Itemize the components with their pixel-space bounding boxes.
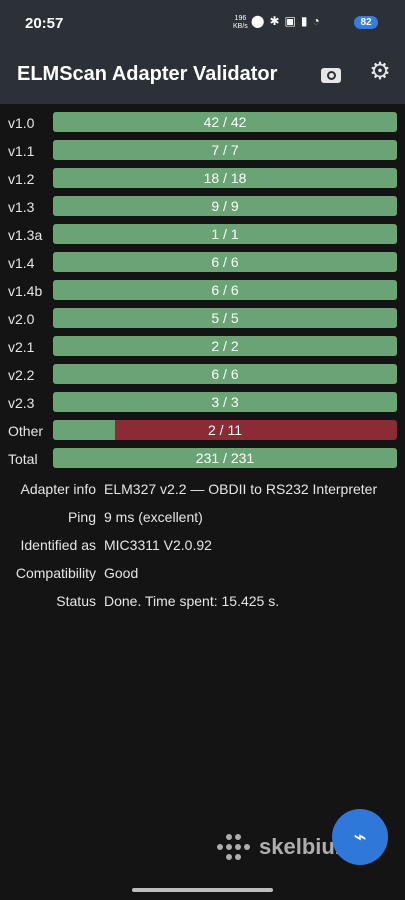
result-label: v1.3 — [8, 199, 35, 215]
result-label: v2.1 — [8, 339, 35, 355]
result-row: Total 231 / 231 — [0, 445, 405, 473]
result-count: 3 / 3 — [211, 394, 239, 410]
result-label: v2.0 — [8, 311, 35, 327]
result-progress-bar: 1 / 1 — [53, 224, 397, 244]
info-key: Ping — [67, 509, 96, 525]
status-bar: 20:57 196 KB/s ⬤ ✱ ▣ ▮ ◔ 82 — [0, 0, 405, 46]
result-label: v1.4b — [8, 283, 43, 299]
result-count: 1 / 1 — [211, 226, 239, 242]
volte-icon: ▣ — [284, 14, 296, 28]
result-row: v2.1 2 / 2 — [0, 333, 405, 361]
result-progress-bar: 6 / 6 — [53, 280, 397, 300]
result-row: v1.2 18 / 18 — [0, 165, 405, 193]
info-value: Done. Time spent: 15.425 s. — [104, 593, 280, 609]
result-progress-bar: 9 / 9 — [53, 196, 397, 216]
info-row: Identified as MIC3311 V2.0.92 — [0, 533, 405, 561]
result-progress-bar: 3 / 3 — [53, 392, 397, 412]
info-value: Good — [104, 565, 139, 581]
result-progress-bar: 18 / 18 — [53, 168, 397, 188]
connect-fab-button[interactable]: ⌁ — [332, 809, 388, 865]
app-title: ELMScan Adapter Validator — [17, 63, 278, 85]
search-button[interactable] — [318, 63, 344, 87]
result-row: v1.4 6 / 6 — [0, 249, 405, 277]
info-key: Status — [56, 593, 96, 609]
gesture-nav-bar[interactable] — [132, 888, 273, 892]
result-row: v2.0 5 / 5 — [0, 305, 405, 333]
result-row: v1.4b 6 / 6 — [0, 277, 405, 305]
info-row: Compatibility Good — [0, 561, 405, 589]
result-row: Other 2 / 11 — [0, 417, 405, 445]
result-progress-bar: 42 / 42 — [53, 112, 397, 132]
result-progress-bar: 231 / 231 — [53, 448, 397, 468]
result-label: Other — [8, 423, 44, 439]
result-progress-bar: 6 / 6 — [53, 252, 397, 272]
info-key: Compatibility — [15, 565, 96, 581]
gear-icon: ⚙ — [369, 57, 391, 85]
result-count: 2 / 2 — [211, 338, 239, 354]
network-speed: 196 KB/s — [233, 15, 248, 31]
result-count: 42 / 42 — [203, 114, 247, 130]
result-count: 6 / 6 — [211, 254, 239, 270]
result-progress-bar: 2 / 11 — [53, 420, 397, 440]
plug-icon: ⌁ — [353, 824, 367, 849]
result-count: 7 / 7 — [211, 142, 239, 158]
result-count: 5 / 5 — [211, 310, 239, 326]
info-key: Adapter info — [20, 481, 97, 497]
result-label: v1.2 — [8, 171, 35, 187]
result-count: 6 / 6 — [211, 366, 239, 382]
result-row: v1.3 9 / 9 — [0, 193, 405, 221]
result-count: 231 / 231 — [195, 450, 255, 466]
watermark-logo-icon — [217, 834, 250, 860]
bluetooth-icon: ✱ — [269, 14, 280, 28]
result-row: v2.3 3 / 3 — [0, 389, 405, 417]
network-speed-value: 196 — [234, 15, 247, 22]
location-icon: ⬤ — [251, 14, 265, 28]
search-icon — [321, 67, 341, 83]
result-progress-bar: 6 / 6 — [53, 364, 397, 384]
result-label: Total — [8, 451, 38, 467]
settings-button[interactable]: ⚙ — [367, 57, 393, 85]
app-bar: ELMScan Adapter Validator ⚙ — [0, 46, 405, 104]
result-label: v1.0 — [8, 115, 35, 131]
info-value: ELM327 v2.2 — OBDII to RS232 Interpreter — [104, 481, 378, 497]
network-speed-unit: KB/s — [233, 23, 248, 30]
status-icons: ⬤ ✱ ▣ ▮ ◔ — [251, 14, 320, 28]
signal-4g-icon: ▮ — [300, 14, 308, 28]
result-row: v1.3a 1 / 1 — [0, 221, 405, 249]
status-time: 20:57 — [25, 15, 64, 32]
result-row: v2.2 6 / 6 — [0, 361, 405, 389]
result-label: v1.1 — [8, 143, 35, 159]
info-row: Status Done. Time spent: 15.425 s. — [0, 589, 405, 617]
result-count: 9 / 9 — [211, 198, 239, 214]
info-row: Adapter info ELM327 v2.2 — OBDII to RS232… — [0, 477, 405, 505]
result-progress-bar: 7 / 7 — [53, 140, 397, 160]
battery-icon: 82 — [354, 16, 378, 29]
info-row: Ping 9 ms (excellent) — [0, 505, 405, 533]
result-count: 6 / 6 — [211, 282, 239, 298]
result-label: v1.4 — [8, 255, 35, 271]
result-label: v2.3 — [8, 395, 35, 411]
result-label: v1.3a — [8, 227, 43, 243]
wifi-icon: ◔ — [312, 14, 320, 28]
adapter-info-list: Adapter info ELM327 v2.2 — OBDII to RS232… — [0, 477, 405, 617]
result-row: v1.0 42 / 42 — [0, 109, 405, 137]
info-key: Identified as — [20, 537, 97, 553]
info-value: MIC3311 V2.0.92 — [104, 537, 212, 553]
result-progress-bar: 5 / 5 — [53, 308, 397, 328]
info-value: 9 ms (excellent) — [104, 509, 203, 525]
result-count: 2 / 11 — [208, 422, 242, 438]
result-label: v2.2 — [8, 367, 35, 383]
results-list: v1.0 42 / 42 v1.1 7 / 7 v1.2 18 / 18 v1.3 9 / 9… — [0, 109, 405, 473]
result-count: 18 / 18 — [203, 170, 247, 186]
result-progress-bar: 2 / 2 — [53, 336, 397, 356]
result-row: v1.1 7 / 7 — [0, 137, 405, 165]
